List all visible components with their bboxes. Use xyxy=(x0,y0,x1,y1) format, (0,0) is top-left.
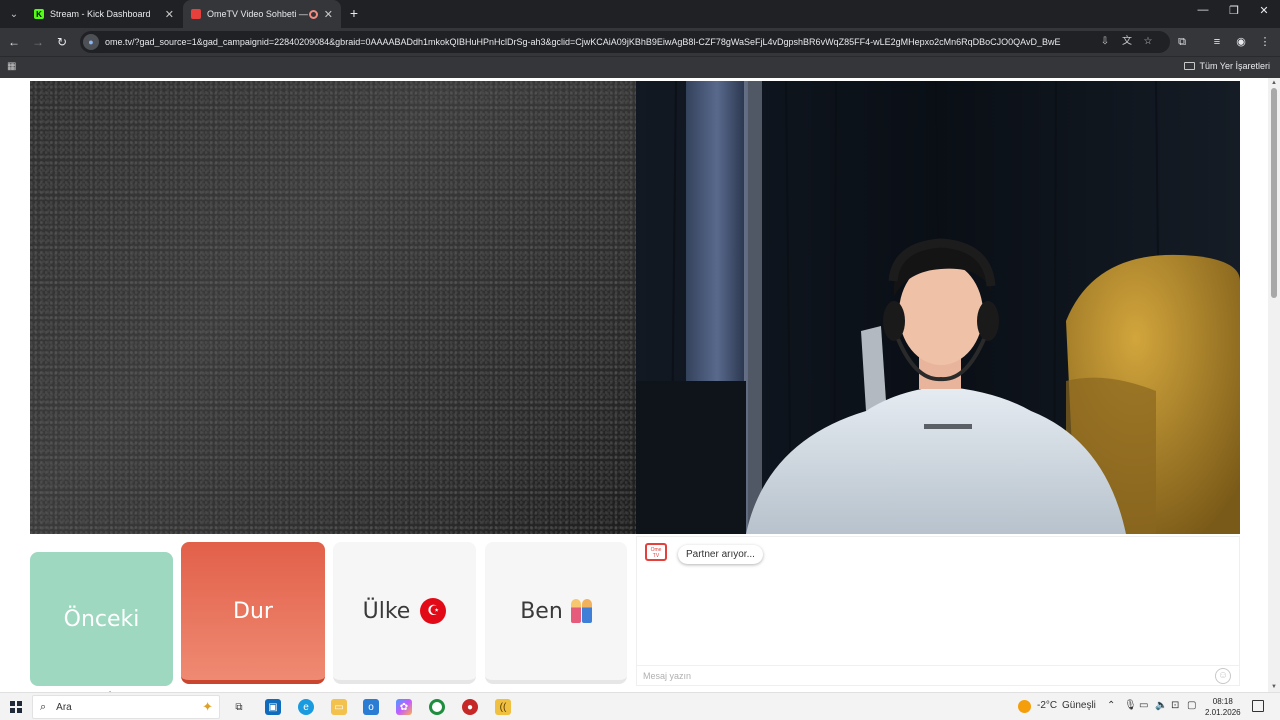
search-icon: ⌕ xyxy=(40,700,47,713)
gender-me-button[interactable]: Ben xyxy=(485,542,627,684)
search-label: Ara xyxy=(56,701,72,713)
address-url[interactable]: ome.tv/?gad_source=1&gad_campaignid=2284… xyxy=(105,37,1075,47)
copilot-app-icon[interactable]: ✿ xyxy=(396,699,412,715)
browser-tab-bar: ⌄ K Stream - Kick Dashboard ✕ OmeTV Vide… xyxy=(0,0,1280,28)
self-webcam-video xyxy=(636,81,1240,534)
scrollbar-thumb[interactable] xyxy=(1271,88,1277,298)
show-hidden-icons-chevron-icon[interactable]: ⌃ xyxy=(1107,700,1115,711)
new-tab-plus-icon[interactable]: + xyxy=(346,5,362,21)
me-button-label: Ben xyxy=(520,598,563,624)
windows-taskbar: ⌕ Ara ✦ ⧉ ▣ e ▭ o ✿ ● (( -2°C Güneşli ⌃ … xyxy=(0,692,1280,720)
tab-close-icon[interactable]: ✕ xyxy=(165,8,174,21)
system-message-bubble: Partner arıyor... xyxy=(678,545,763,564)
tab-kick-dashboard[interactable]: K Stream - Kick Dashboard ✕ xyxy=(26,0,182,28)
previous-button[interactable]: Önceki xyxy=(30,552,173,686)
emoji-picker-icon[interactable]: ☺ xyxy=(1215,668,1231,684)
more-menu-icon[interactable]: ⋮ xyxy=(1257,34,1273,50)
apps-grid-icon[interactable]: ▦ xyxy=(7,61,19,73)
translate-icon[interactable]: 文 xyxy=(1120,35,1134,49)
webcam-scene-image xyxy=(636,81,1240,534)
country-button-label: Ülke xyxy=(362,598,411,624)
browser-toolbar: ← → ↻ ● ome.tv/?gad_source=1&gad_campaig… xyxy=(0,28,1280,56)
system-clock[interactable]: 08:18 2.01.2026 xyxy=(1205,696,1241,718)
partner-video-static xyxy=(30,81,636,534)
clock-date: 2.01.2026 xyxy=(1205,708,1241,717)
stop-button[interactable]: Dur xyxy=(181,542,325,684)
ometv-page: Önceki Dur Ülke ☪ Ben Ome TV Partner arı… xyxy=(0,78,1280,700)
weather-description[interactable]: Güneşli xyxy=(1062,700,1096,711)
file-explorer-icon[interactable]: ▭ xyxy=(331,699,347,715)
extensions-icon[interactable]: ⧉ xyxy=(1174,34,1190,50)
back-arrow-icon[interactable]: ← xyxy=(6,34,22,50)
weather-temperature[interactable]: -2°C xyxy=(1037,700,1057,711)
edge-browser-icon[interactable]: e xyxy=(298,699,314,715)
tab-search-menu-icon[interactable]: ⌄ xyxy=(4,4,24,24)
tab-title: OmeTV Video Sohbeti — O xyxy=(207,9,309,19)
outlook-icon[interactable]: o xyxy=(363,699,379,715)
page-scrollbar[interactable]: ▲ ▼ xyxy=(1268,78,1280,692)
folder-icon xyxy=(1184,62,1196,70)
reload-icon[interactable]: ↻ xyxy=(54,34,70,50)
recording-app-icon[interactable]: ● xyxy=(462,699,478,715)
notification-center-icon[interactable] xyxy=(1252,700,1264,712)
window-close-icon[interactable]: ✕ xyxy=(1254,4,1274,17)
message-input[interactable] xyxy=(643,669,1203,683)
site-info-icon[interactable]: ● xyxy=(83,34,99,50)
task-view-icon[interactable]: ⧉ xyxy=(231,699,247,715)
bookmarks-bar: ▦ Tüm Yer İşaretleri xyxy=(0,56,1280,78)
window-minimize-icon[interactable]: — xyxy=(1193,4,1213,16)
previous-button-label: Önceki xyxy=(63,606,140,632)
stop-button-label: Dur xyxy=(233,598,273,624)
turkey-flag-icon: ☪ xyxy=(420,598,447,624)
clock-time: 08:18 xyxy=(1212,697,1233,706)
windows-start-icon[interactable] xyxy=(10,701,22,713)
all-bookmarks-label: Tüm Yer İşaretleri xyxy=(1199,61,1270,71)
country-filter-button[interactable]: Ülke ☪ xyxy=(333,542,476,684)
forward-arrow-icon[interactable]: → xyxy=(30,34,46,50)
ometv-logo-icon: Ome TV xyxy=(645,543,667,561)
chat-panel: Ome TV Partner arıyor... ☺ xyxy=(636,536,1240,686)
all-bookmarks-button[interactable]: Tüm Yer İşaretleri xyxy=(1184,61,1270,71)
recording-indicator-icon xyxy=(308,9,318,19)
weather-sun-icon[interactable] xyxy=(1018,700,1031,713)
partner-searching-text: Partner arıyor... xyxy=(686,549,755,560)
bookmark-star-icon[interactable]: ☆ xyxy=(1141,35,1155,49)
tab-title: Stream - Kick Dashboard xyxy=(50,9,151,19)
streaming-app-icon[interactable]: (( xyxy=(495,699,511,715)
speaker-volume-icon[interactable]: 🔈 xyxy=(1155,700,1167,711)
window-restore-icon[interactable]: ❐ xyxy=(1224,4,1244,17)
ometv-favicon-icon xyxy=(191,9,201,19)
couple-emoji-icon xyxy=(570,599,592,623)
copilot-sparkle-icon: ✦ xyxy=(202,699,213,714)
profile-avatar-icon[interactable]: ◉ xyxy=(1233,34,1249,50)
tab-ometv[interactable]: OmeTV Video Sohbeti — O ✕ xyxy=(183,0,341,28)
kick-favicon-icon: K xyxy=(34,9,44,19)
install-app-icon[interactable]: ⇩ xyxy=(1098,35,1112,49)
scroll-up-arrow-icon[interactable]: ▲ xyxy=(1270,80,1278,86)
chrome-browser-icon[interactable] xyxy=(429,699,445,715)
address-bar[interactable]: ● ome.tv/?gad_source=1&gad_campaignid=22… xyxy=(80,31,1170,53)
microsoft-store-icon[interactable]: ▣ xyxy=(265,699,281,715)
media-controls-icon[interactable]: ≡ xyxy=(1209,34,1225,50)
microphone-icon[interactable]: 🎙 xyxy=(1124,700,1137,711)
battery-icon[interactable]: ▭ xyxy=(1139,700,1148,711)
scroll-down-arrow-icon[interactable]: ▼ xyxy=(1270,684,1278,690)
taskbar-search-box[interactable]: ⌕ Ara ✦ xyxy=(32,695,220,719)
display-icon[interactable]: ▢ xyxy=(1187,700,1196,711)
chat-input-bar: ☺ xyxy=(637,665,1239,685)
tab-close-icon[interactable]: ✕ xyxy=(324,8,333,21)
network-icon[interactable]: ⊡ xyxy=(1171,700,1179,711)
